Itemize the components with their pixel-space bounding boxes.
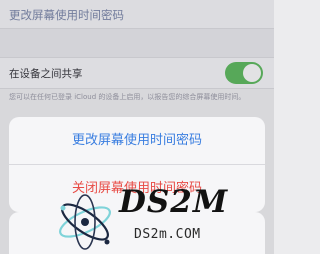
watermark: DS2M DS2m.COM [55,180,275,254]
atom-logo-icon [59,194,111,250]
watermark-url-text: DS2m.COM [134,227,201,242]
watermark-logo-text: DS2M [119,184,229,220]
change-passcode-button[interactable]: 更改屏幕使用时间密码 [9,117,265,164]
